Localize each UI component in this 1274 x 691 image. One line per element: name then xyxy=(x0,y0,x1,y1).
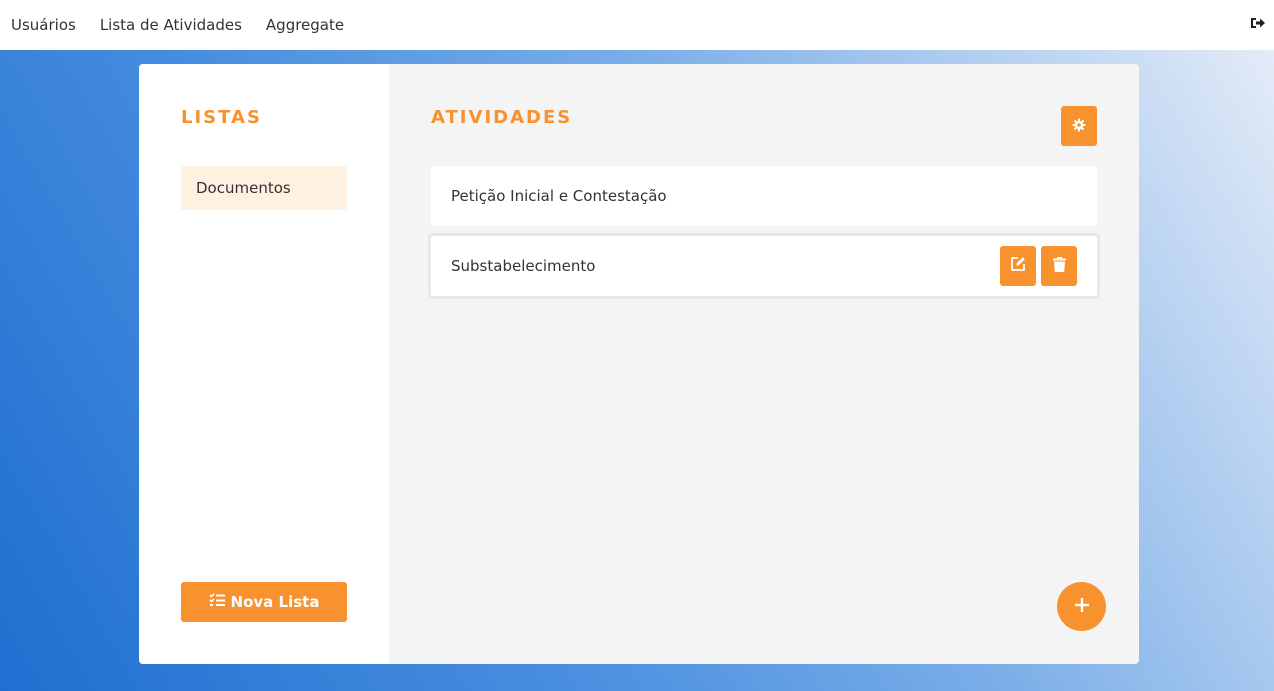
sign-out-icon[interactable] xyxy=(1250,15,1266,31)
activities-heading: ATIVIDADES xyxy=(431,107,573,128)
edit-icon xyxy=(1010,256,1026,276)
tasks-icon xyxy=(208,593,225,611)
nav-link-usuarios[interactable]: Usuários xyxy=(11,16,76,34)
nav-link-lista-de-atividades[interactable]: Lista de Atividades xyxy=(100,16,242,34)
lists-sidebar: LISTAS Documentos Nova Lista xyxy=(139,64,389,664)
settings-button[interactable] xyxy=(1061,106,1097,146)
activity-label: Petição Inicial e Contestação xyxy=(451,187,667,205)
activity-item[interactable]: Substabelecimento xyxy=(431,236,1097,296)
top-navbar: Usuários Lista de Atividades Aggregate xyxy=(0,0,1274,50)
delete-activity-button[interactable] xyxy=(1041,246,1077,286)
trash-icon xyxy=(1052,256,1066,276)
activity-label: Substabelecimento xyxy=(451,257,596,275)
new-list-label: Nova Lista xyxy=(230,593,320,611)
plus-icon xyxy=(1074,597,1089,616)
nav-link-aggregate[interactable]: Aggregate xyxy=(266,16,344,34)
list-item-documentos[interactable]: Documentos xyxy=(181,166,347,210)
add-activity-button[interactable] xyxy=(1057,582,1106,631)
new-list-button[interactable]: Nova Lista xyxy=(181,582,347,622)
activity-item[interactable]: Petição Inicial e Contestação xyxy=(431,166,1097,226)
gear-icon xyxy=(1072,117,1086,136)
main-panel: LISTAS Documentos Nova Lista ATIVIDADES xyxy=(139,64,1139,664)
lists-heading: LISTAS xyxy=(181,107,262,128)
edit-activity-button[interactable] xyxy=(1000,246,1036,286)
